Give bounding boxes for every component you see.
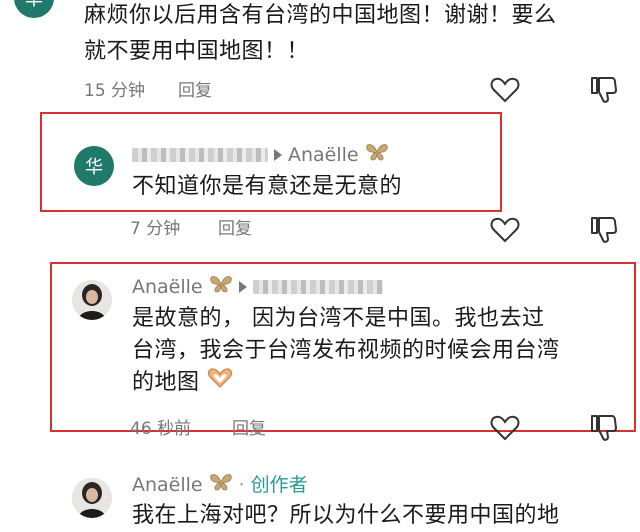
user-photo-icon xyxy=(72,478,112,518)
comment-text: 麻烦你以后用含有台湾的中国地图！谢谢！要么 就不要用中国地图！！ xyxy=(84,3,557,64)
comment-time: 15 分钟 xyxy=(84,81,146,101)
like-heart-icon[interactable] xyxy=(490,414,520,446)
comment-text: 是故意的， 因为台湾不是中国。我也去过 台湾，我会于台湾发布视频的时候会用台湾 … xyxy=(132,303,632,399)
butterfly-icon xyxy=(365,142,389,168)
dislike-icon[interactable] xyxy=(588,214,620,250)
reply-arrow-icon xyxy=(238,281,247,293)
dislike-icon[interactable] xyxy=(588,74,620,110)
heart-hands-emoji-icon xyxy=(207,367,233,399)
reply-button[interactable]: 回复 xyxy=(232,418,266,440)
avatar[interactable]: 华 xyxy=(74,146,114,186)
avatar[interactable] xyxy=(72,280,112,320)
avatar[interactable]: 华 xyxy=(14,0,54,18)
butterfly-icon xyxy=(209,274,233,300)
comment-author-row: Anaëlle xyxy=(132,274,383,300)
like-heart-icon[interactable] xyxy=(490,216,520,248)
reply-button[interactable]: 回复 xyxy=(218,218,252,240)
like-heart-icon[interactable] xyxy=(490,76,520,108)
redacted-username xyxy=(132,148,268,162)
reply-button[interactable]: 回复 xyxy=(178,80,212,102)
creator-badge: 创作者 xyxy=(250,474,308,496)
comment-time: 46 秒前 xyxy=(130,419,192,439)
reply-to-name[interactable]: Anaëlle xyxy=(288,143,359,167)
comment-time: 7 分钟 xyxy=(130,219,181,239)
redacted-username xyxy=(252,280,383,294)
author-name[interactable]: Anaëlle xyxy=(132,275,203,299)
user-photo-icon xyxy=(72,280,112,320)
butterfly-icon xyxy=(209,472,233,498)
reply-arrow-icon xyxy=(274,149,282,161)
author-name[interactable]: Anaëlle xyxy=(132,473,203,497)
avatar[interactable] xyxy=(72,478,112,518)
comment-text: 我在上海对吧？所以为什么不要用中国的地 xyxy=(132,503,560,528)
comment-author-row: Anaëlle · 创作者 xyxy=(132,472,308,498)
dislike-icon[interactable] xyxy=(588,412,620,448)
comment-author-row: Anaëlle xyxy=(132,142,389,168)
comment-text: 不知道你是有意还是无意的 xyxy=(132,174,403,199)
